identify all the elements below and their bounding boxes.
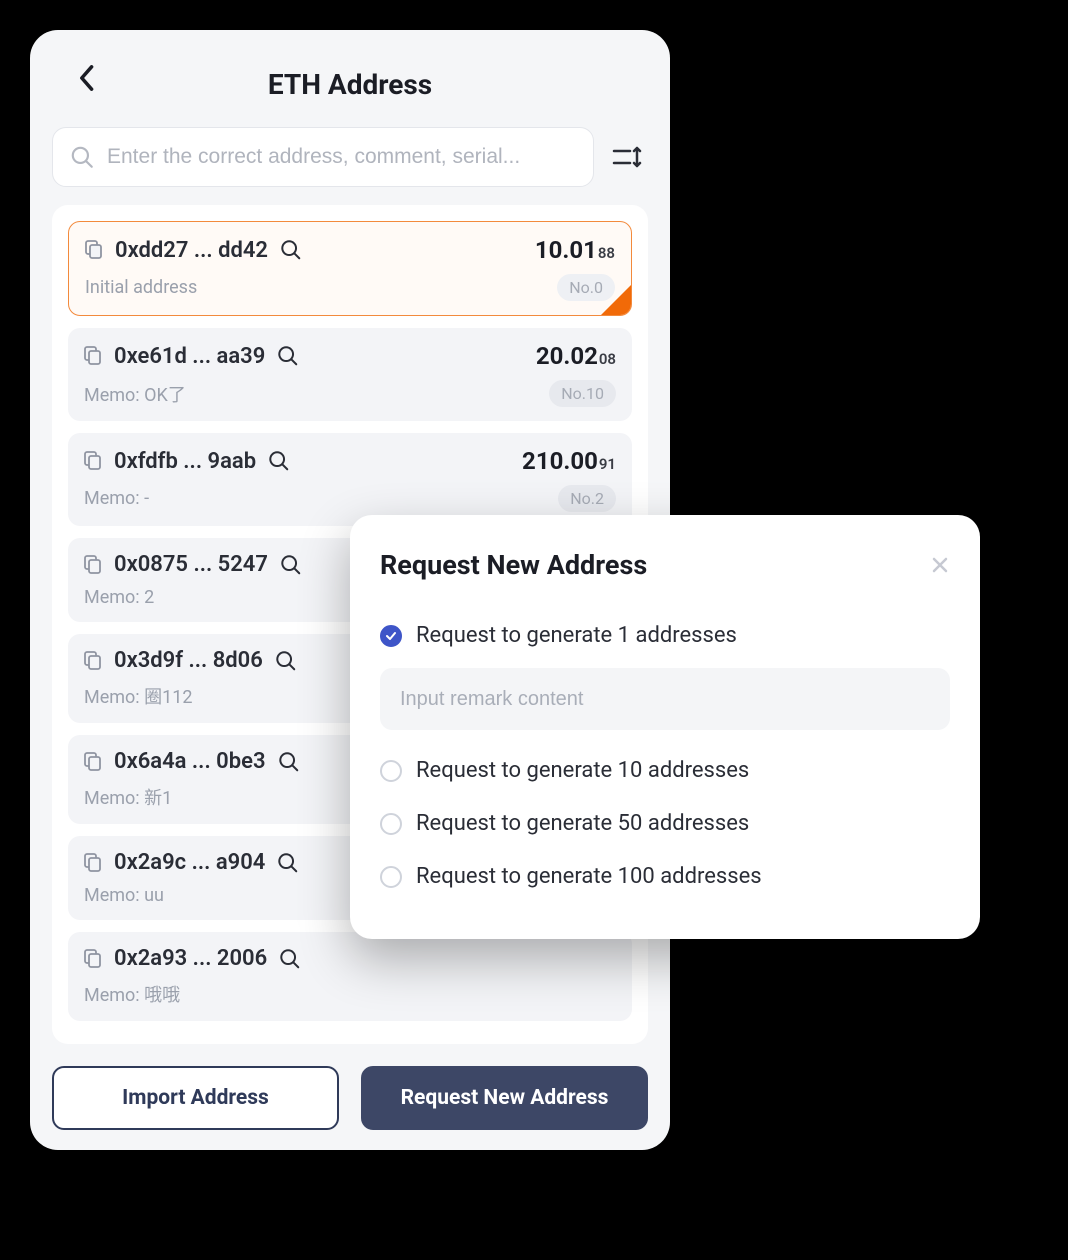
- option-generate-10[interactable]: Request to generate 10 addresses: [380, 744, 950, 797]
- search-box[interactable]: [52, 127, 594, 187]
- search-row: [52, 127, 648, 187]
- import-address-button[interactable]: Import Address: [52, 1066, 339, 1130]
- balance: 210.0091: [522, 447, 616, 475]
- close-button[interactable]: [930, 555, 950, 575]
- memo-text: Memo: OK了: [84, 381, 186, 407]
- address-text: 0xfdfb ... 9aab: [114, 449, 256, 474]
- memo-text: Memo: 圈112: [84, 683, 192, 709]
- sort-icon: [612, 144, 644, 170]
- option-label: Request to generate 100 addresses: [416, 864, 762, 889]
- footer: Import Address Request New Address: [52, 1044, 648, 1130]
- radio-checked-icon: [380, 625, 402, 647]
- lookup-icon[interactable]: [277, 345, 299, 367]
- selected-corner-icon: [601, 285, 631, 315]
- copy-icon[interactable]: [84, 853, 102, 873]
- remark-input[interactable]: [380, 668, 950, 730]
- copy-icon[interactable]: [84, 555, 102, 575]
- request-new-address-button[interactable]: Request New Address: [361, 1066, 648, 1130]
- serial-badge: No.2: [558, 485, 616, 512]
- option-label: Request to generate 10 addresses: [416, 758, 749, 783]
- option-label: Request to generate 50 addresses: [416, 811, 749, 836]
- lookup-icon[interactable]: [277, 852, 299, 874]
- balance: 20.0208: [536, 342, 616, 370]
- address-item[interactable]: 0x2a93 ... 2006 Memo: 哦哦: [68, 932, 632, 1021]
- memo-text: Memo: uu: [84, 885, 164, 906]
- copy-icon[interactable]: [84, 346, 102, 366]
- address-text: 0x3d9f ... 8d06: [114, 648, 263, 673]
- address-text: 0x6a4a ... 0be3: [114, 749, 266, 774]
- chevron-left-icon: [77, 64, 95, 92]
- address-item[interactable]: 0xfdfb ... 9aab 210.0091 Memo: - No.2: [68, 433, 632, 526]
- option-generate-50[interactable]: Request to generate 50 addresses: [380, 797, 950, 850]
- option-generate-1[interactable]: Request to generate 1 addresses: [380, 609, 950, 662]
- copy-icon[interactable]: [84, 949, 102, 969]
- lookup-icon[interactable]: [280, 554, 302, 576]
- radio-unchecked-icon: [380, 866, 402, 888]
- memo-text: Memo: 哦哦: [84, 981, 180, 1007]
- search-input[interactable]: [107, 145, 577, 169]
- search-icon: [69, 144, 95, 170]
- copy-icon[interactable]: [84, 752, 102, 772]
- memo-text: Memo: -: [84, 488, 149, 509]
- lookup-icon[interactable]: [268, 450, 290, 472]
- memo-text: Initial address: [85, 277, 197, 298]
- address-text: 0x2a9c ... a904: [114, 850, 265, 875]
- radio-unchecked-icon: [380, 813, 402, 835]
- header: ETH Address: [52, 58, 648, 127]
- address-text: 0xe61d ... aa39: [114, 344, 265, 369]
- option-generate-100[interactable]: Request to generate 100 addresses: [380, 850, 950, 903]
- modal-title: Request New Address: [380, 549, 647, 581]
- balance: 10.0188: [535, 236, 615, 264]
- lookup-icon[interactable]: [280, 239, 302, 261]
- radio-unchecked-icon: [380, 760, 402, 782]
- copy-icon[interactable]: [85, 240, 103, 260]
- lookup-icon[interactable]: [278, 751, 300, 773]
- back-button[interactable]: [70, 62, 102, 94]
- address-item[interactable]: 0xdd27 ... dd42 10.0188 Initial address …: [68, 221, 632, 316]
- serial-badge: No.10: [549, 380, 616, 407]
- memo-text: Memo: 2: [84, 587, 154, 608]
- page-title: ETH Address: [268, 68, 432, 101]
- lookup-icon[interactable]: [279, 948, 301, 970]
- address-text: 0xdd27 ... dd42: [115, 238, 268, 263]
- copy-icon[interactable]: [84, 451, 102, 471]
- copy-icon[interactable]: [84, 651, 102, 671]
- sort-button[interactable]: [608, 137, 648, 177]
- request-address-modal: Request New Address Request to generate …: [350, 515, 980, 939]
- option-label: Request to generate 1 addresses: [416, 623, 737, 648]
- lookup-icon[interactable]: [275, 650, 297, 672]
- memo-text: Memo: 新1: [84, 784, 172, 810]
- address-text: 0x0875 ... 5247: [114, 552, 268, 577]
- address-item[interactable]: 0xe61d ... aa39 20.0208 Memo: OK了 No.10: [68, 328, 632, 421]
- address-text: 0x2a93 ... 2006: [114, 946, 267, 971]
- close-icon: [930, 555, 950, 575]
